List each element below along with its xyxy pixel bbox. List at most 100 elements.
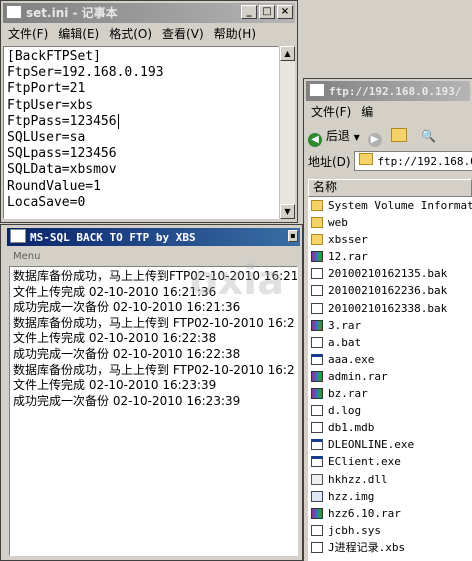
- ini-line: FtpPort=21: [7, 81, 86, 97]
- doc-icon: [311, 268, 323, 280]
- rar-icon: [311, 507, 323, 519]
- ini-line: [BackFTPSet]: [7, 49, 101, 64]
- file-row[interactable]: 20100210162135.bak: [308, 265, 472, 282]
- address-input[interactable]: ftp://192.168.0: [354, 151, 472, 171]
- file-row[interactable]: hkhzz.dll: [308, 471, 472, 488]
- file-row[interactable]: admin.rar: [308, 368, 472, 385]
- notepad-titlebar[interactable]: set.ini - 记事本 _ □ ×: [3, 3, 295, 23]
- log-line: 文件上传完成 02-10-2010 16:22:38: [13, 331, 217, 346]
- folder-icon: [311, 234, 323, 246]
- explorer-titlebar[interactable]: ftp://192.168.0.193/: [306, 81, 470, 101]
- file-row[interactable]: xbsser: [308, 231, 472, 248]
- file-row[interactable]: EClient.exe: [308, 453, 472, 470]
- search-icon[interactable]: 🔍: [421, 129, 436, 143]
- file-list[interactable]: 名称 System Volume Informatio web xbsser 12.r…: [308, 179, 472, 561]
- file-name: 20100210162236.bak: [328, 284, 448, 298]
- file-name: DLEONLINE.exe: [328, 438, 415, 452]
- file-row[interactable]: hzz6.10.rar: [308, 505, 472, 522]
- backup-log[interactable]: 数据库备份成功，马上上传到FTP02-10-2010 16:21:36 文件上传完…: [9, 266, 298, 556]
- rar-icon: [311, 388, 323, 400]
- folder-window-icon: [309, 83, 325, 97]
- file-name: 20100210162338.bak: [328, 301, 448, 315]
- file-name: EClient.exe: [328, 455, 401, 469]
- ini-line: SQLData=xbsmov: [7, 162, 117, 178]
- backup-title: MS-SQL BACK TO FTP by XBS: [30, 231, 196, 244]
- scroll-down-icon[interactable]: ▼: [280, 204, 295, 219]
- notepad-text-area[interactable]: [BackFTPSet] FtpSer=192.168.0.193 FtpPor…: [3, 46, 279, 219]
- file-row[interactable]: hzz.img: [308, 488, 472, 505]
- file-row[interactable]: web: [308, 214, 472, 231]
- file-row[interactable]: aaa.exe: [308, 351, 472, 368]
- ini-line: LocaSave=0: [7, 194, 86, 210]
- file-row[interactable]: jcbh.sys: [308, 522, 472, 539]
- menu-help[interactable]: 帮助(H): [214, 27, 256, 41]
- text-cursor: [117, 113, 119, 129]
- notepad-icon: [6, 5, 22, 19]
- maximize-icon[interactable]: □: [259, 5, 275, 19]
- file-name: 12.rar: [328, 250, 368, 264]
- backup-menu[interactable]: Menu: [13, 251, 40, 262]
- exe-icon: [311, 353, 323, 365]
- column-header-name[interactable]: 名称: [308, 179, 472, 197]
- close-icon[interactable]: ×: [277, 5, 293, 19]
- close-icon[interactable]: ▪: [288, 230, 298, 242]
- doc-icon: [311, 422, 323, 434]
- ini-line: RoundValue=1: [7, 178, 101, 194]
- notepad-title: set.ini - 记事本: [26, 6, 118, 20]
- menu-edit[interactable]: 编辑(E): [58, 27, 99, 41]
- file-row[interactable]: db1.mdb: [308, 419, 472, 436]
- file-name: hzz6.10.rar: [328, 506, 401, 520]
- file-name: xbsser: [328, 233, 368, 247]
- menu-edit[interactable]: 编: [361, 105, 373, 119]
- log-line: 成功完成一次备份 02-10-2010 16:23:39: [13, 393, 241, 408]
- notepad-scrollbar[interactable]: ▲ ▼: [279, 46, 295, 219]
- explorer-window[interactable]: ftp://192.168.0.193/ 文件(F) 编 ◀ 后退 ▼ ▶ 🔍 地…: [303, 78, 472, 561]
- doc-icon: [311, 524, 323, 536]
- menu-file[interactable]: 文件(F): [311, 105, 351, 119]
- file-name: System Volume Informatio: [328, 199, 472, 212]
- rar-icon: [311, 251, 323, 263]
- file-row[interactable]: bz.rar: [308, 385, 472, 402]
- rar-icon: [311, 319, 323, 331]
- menu-file[interactable]: 文件(F): [8, 27, 48, 41]
- notepad-window[interactable]: set.ini - 记事本 _ □ × 文件(F) 编辑(E) 格式(O) 查看(V)…: [0, 0, 298, 223]
- ini-line: SQLpass=123456: [7, 146, 117, 162]
- file-row[interactable]: 12.rar: [308, 248, 472, 265]
- doc-icon: [311, 541, 323, 553]
- file-name: hkhzz.dll: [328, 472, 388, 486]
- menu-view[interactable]: 查看(V): [162, 27, 204, 41]
- file-row[interactable]: J进程记录.xbs: [308, 539, 472, 556]
- file-row[interactable]: System Volume Informatio: [308, 197, 472, 214]
- log-line: 数据库备份成功，马上上传到FTP02-10-2010 16:21:36: [13, 269, 298, 283]
- folder-icon: [311, 200, 323, 211]
- file-name: aaa.exe: [328, 352, 375, 366]
- minimize-icon[interactable]: _: [241, 5, 257, 19]
- backup-titlebar[interactable]: MS-SQL BACK TO FTP by XBS ▪: [7, 228, 300, 246]
- forward-arrow-icon[interactable]: ▶: [367, 133, 382, 147]
- file-row[interactable]: 20100210162338.bak: [308, 300, 472, 317]
- folder-icon: [311, 217, 323, 229]
- back-button[interactable]: 后退: [326, 129, 350, 143]
- address-value: ftp://192.168.0: [377, 155, 472, 168]
- log-line: 成功完成一次备份 02-10-2010 16:22:38: [13, 346, 241, 361]
- log-line: 数据库备份成功，马上上传到 FTP02-10-2010 16:2: [13, 362, 295, 377]
- back-arrow-icon[interactable]: ◀: [308, 133, 322, 147]
- file-row[interactable]: d.log: [308, 402, 472, 419]
- ini-line: FtpPass=123456: [7, 113, 278, 130]
- file-name: web: [328, 216, 348, 230]
- log-line: 文件上传完成 02-10-2010 16:23:39: [13, 378, 217, 393]
- file-row[interactable]: 3.rar: [308, 317, 472, 334]
- file-name: jcbh.sys: [328, 523, 381, 537]
- file-row[interactable]: DLEONLINE.exe: [308, 436, 472, 453]
- file-rows: System Volume Informatio web xbsser 12.rar 2…: [308, 197, 472, 556]
- file-row[interactable]: 20100210162236.bak: [308, 282, 472, 299]
- backup-window[interactable]: MS-SQL BACK TO FTP by XBS ▪ Menu 数据库备份成功…: [0, 224, 303, 561]
- scroll-up-icon[interactable]: ▲: [280, 46, 295, 61]
- chevron-down-icon[interactable]: ▼: [354, 133, 360, 142]
- file-row[interactable]: a.bat: [308, 334, 472, 351]
- up-folder-icon[interactable]: [391, 128, 408, 142]
- explorer-toolbar: ◀ 后退 ▼ ▶ 🔍: [308, 125, 472, 147]
- log-line: 数据库备份成功，马上上传到 FTP02-10-2010 16:2: [13, 315, 295, 330]
- menu-format[interactable]: 格式(O): [109, 27, 152, 41]
- file-name: J进程记录.xbs: [328, 540, 406, 554]
